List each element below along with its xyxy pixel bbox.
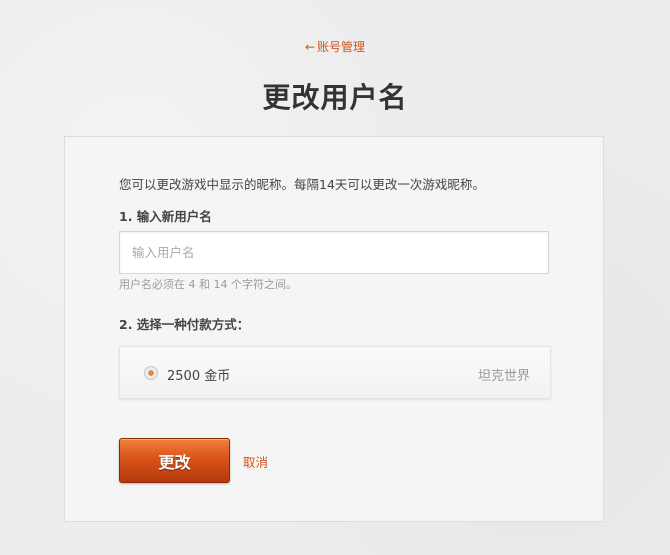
intro-text: 您可以更改游戏中显示的昵称。每隔14天可以更改一次游戏昵称。 — [119, 177, 485, 192]
cancel-link[interactable]: 取消 — [243, 452, 268, 471]
arrow-left-icon: ← — [304, 40, 316, 54]
payment-price: 2500 金币 — [167, 369, 231, 384]
back-link-label: 账号管理 — [317, 40, 366, 54]
change-button[interactable]: 更改 — [119, 438, 230, 483]
back-to-account-link[interactable]: ← 账号管理 — [0, 38, 670, 55]
page-title: 更改用户名 — [262, 81, 408, 114]
radio-selected-icon[interactable] — [144, 366, 158, 380]
username-input[interactable] — [119, 231, 549, 274]
step-1-label: 1. 输入新用户名 — [119, 209, 212, 224]
step-2-label: 2. 选择一种付款方式： — [119, 317, 250, 332]
change-username-card: 您可以更改游戏中显示的昵称。每隔14天可以更改一次游戏昵称。 1. 输入新用户名… — [64, 136, 604, 522]
payment-option-gold[interactable]: 2500 金币 坦克世界 — [119, 346, 551, 399]
payment-game-name: 坦克世界 — [477, 369, 530, 384]
username-length-hint: 用户名必须在 4 和 14 个字符之间。 — [119, 278, 297, 291]
